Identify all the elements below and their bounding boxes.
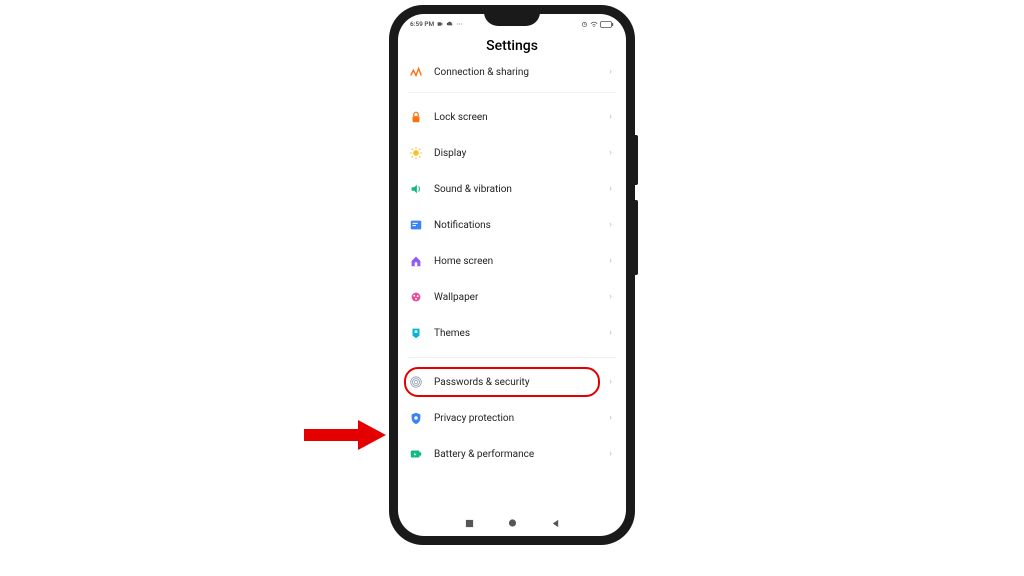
nav-back-icon[interactable]	[551, 519, 560, 528]
chevron-right-icon: ›	[609, 184, 612, 194]
connection-icon	[408, 64, 424, 80]
row-label: Connection & sharing	[434, 67, 599, 78]
row-label: Themes	[434, 328, 599, 339]
page-title: Settings	[398, 32, 626, 58]
themes-icon	[408, 325, 424, 341]
battery-performance-icon	[408, 446, 424, 462]
settings-row-privacy[interactable]: Privacy protection ›	[404, 400, 620, 436]
row-label: Privacy protection	[434, 413, 599, 424]
privacy-icon	[408, 410, 424, 426]
phone-screen: 6:59 PM ⋯ Settin	[398, 14, 626, 536]
chevron-right-icon: ›	[609, 148, 612, 158]
volume-button	[635, 135, 638, 185]
row-label: Sound & vibration	[434, 184, 599, 195]
camera-icon	[437, 21, 443, 27]
wallpaper-icon	[408, 289, 424, 305]
chevron-right-icon: ›	[609, 328, 612, 338]
row-label: Passwords & security	[434, 377, 599, 388]
navigation-bar	[398, 510, 626, 536]
settings-list[interactable]: Connection & sharing › Lock screen › Dis…	[398, 58, 626, 510]
status-time: 6:59 PM	[410, 20, 434, 28]
chevron-right-icon: ›	[609, 377, 612, 387]
power-button	[635, 200, 638, 275]
row-label: Notifications	[434, 220, 599, 231]
chevron-right-icon: ›	[609, 292, 612, 302]
status-extra-icon: ⋯	[456, 21, 462, 28]
nav-recent-icon[interactable]	[465, 519, 474, 528]
nav-home-icon[interactable]	[508, 519, 517, 528]
alarm-icon	[581, 21, 588, 28]
home-icon	[408, 253, 424, 269]
row-label: Wallpaper	[434, 292, 599, 303]
settings-row-home-screen[interactable]: Home screen ›	[404, 243, 620, 279]
lock-icon	[408, 109, 424, 125]
chevron-right-icon: ›	[609, 220, 612, 230]
divider	[408, 357, 616, 358]
settings-row-notifications[interactable]: Notifications ›	[404, 207, 620, 243]
arrow-annotation	[300, 417, 388, 453]
row-label: Lock screen	[434, 112, 599, 123]
settings-row-connection[interactable]: Connection & sharing ›	[404, 58, 620, 86]
wifi-icon	[590, 21, 598, 28]
phone-frame: 6:59 PM ⋯ Settin	[389, 5, 635, 545]
divider	[408, 92, 616, 93]
display-icon	[408, 145, 424, 161]
chevron-right-icon: ›	[609, 256, 612, 266]
settings-row-passwords-security[interactable]: Passwords & security ›	[404, 364, 620, 400]
fingerprint-icon	[408, 374, 424, 390]
chevron-right-icon: ›	[609, 413, 612, 423]
chevron-right-icon: ›	[609, 112, 612, 122]
settings-row-sound[interactable]: Sound & vibration ›	[404, 171, 620, 207]
row-label: Battery & performance	[434, 449, 599, 460]
chevron-right-icon: ›	[609, 449, 612, 459]
battery-icon	[600, 21, 614, 28]
notifications-icon	[408, 217, 424, 233]
settings-row-wallpaper[interactable]: Wallpaper ›	[404, 279, 620, 315]
phone-notch	[484, 14, 540, 26]
settings-row-battery[interactable]: Battery & performance ›	[404, 436, 620, 472]
cloud-icon	[446, 21, 453, 27]
sound-icon	[408, 181, 424, 197]
chevron-right-icon: ›	[609, 67, 612, 77]
row-label: Display	[434, 148, 599, 159]
settings-row-display[interactable]: Display ›	[404, 135, 620, 171]
settings-row-lock-screen[interactable]: Lock screen ›	[404, 99, 620, 135]
row-label: Home screen	[434, 256, 599, 267]
settings-row-themes[interactable]: Themes ›	[404, 315, 620, 351]
